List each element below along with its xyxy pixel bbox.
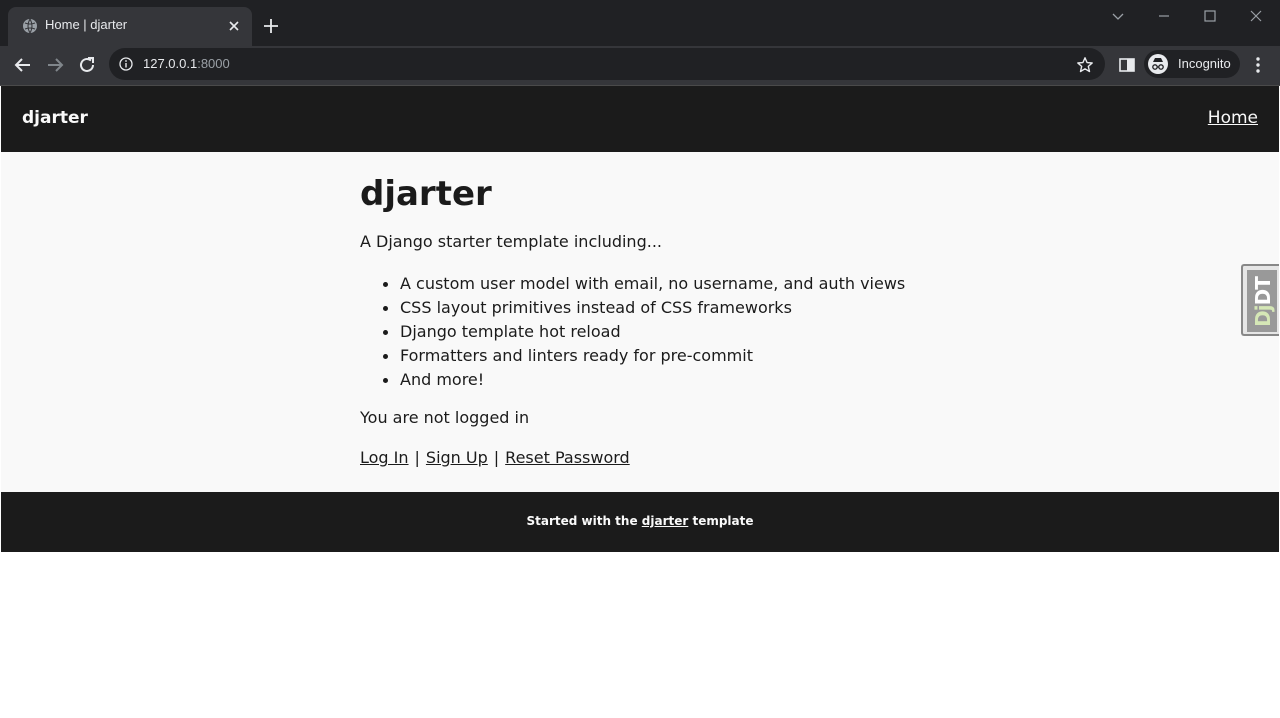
site-brand[interactable]: djarter (22, 108, 88, 128)
intro-text: A Django starter template including... (360, 232, 662, 251)
web-page: djarter Home djarter A Django starter te… (1, 86, 1279, 717)
close-window-icon[interactable] (1248, 8, 1264, 24)
minimize-icon[interactable] (1156, 8, 1172, 24)
list-item: Django template hot reload (360, 320, 905, 344)
footer-djarter-link[interactable]: djarter (642, 514, 689, 528)
tab-title: Home | djarter (45, 17, 128, 32)
url-host: 127.0.0.1 (143, 56, 198, 71)
url-port: :8000 (197, 56, 230, 71)
page-title: djarter (360, 174, 492, 214)
login-link[interactable]: Log In (360, 448, 409, 467)
reset-password-link[interactable]: Reset Password (505, 448, 630, 467)
forward-arrow-icon[interactable] (44, 54, 66, 76)
footer-text: Started with the djarter template (526, 514, 754, 528)
globe-icon (23, 18, 37, 34)
debug-toolbar-logo: DjDT (1247, 270, 1277, 332)
url-text[interactable]: 127.0.0.1:8000 (143, 56, 230, 71)
info-icon[interactable] (119, 57, 133, 71)
list-item: Formatters and linters ready for pre-com… (360, 344, 905, 368)
signup-link[interactable]: Sign Up (426, 448, 488, 467)
list-item: A custom user model with email, no usern… (360, 272, 905, 296)
reload-icon[interactable] (76, 54, 98, 76)
site-footer: Started with the djarter template (1, 492, 1279, 552)
side-panel-icon[interactable] (1118, 56, 1136, 74)
list-item: And more! (360, 368, 905, 392)
chevron-down-icon[interactable] (1110, 8, 1126, 24)
tab-strip: Home | djarter (0, 0, 1280, 46)
link-separator: | (493, 448, 500, 467)
incognito-badge[interactable]: Incognito (1144, 50, 1240, 78)
auth-links: Log In | Sign Up | Reset Password (360, 448, 630, 467)
main-content: djarter A Django starter template includ… (1, 152, 1279, 492)
link-separator: | (414, 448, 420, 467)
browser-toolbar: 127.0.0.1:8000 Incognito (0, 46, 1280, 85)
login-status: You are not logged in (360, 408, 530, 427)
nav-home-link[interactable]: Home (1208, 108, 1258, 128)
star-icon[interactable] (1076, 56, 1094, 74)
maximize-icon[interactable] (1202, 8, 1218, 24)
back-arrow-icon[interactable] (12, 54, 34, 76)
kebab-menu-icon[interactable] (1250, 56, 1266, 74)
site-header: djarter Home (1, 86, 1279, 152)
list-item: CSS layout primitives instead of CSS fra… (360, 296, 905, 320)
address-bar[interactable]: 127.0.0.1:8000 (109, 48, 1105, 80)
plus-icon[interactable] (262, 17, 280, 35)
close-icon[interactable] (226, 18, 242, 34)
incognito-label: Incognito (1178, 56, 1231, 71)
incognito-icon (1148, 54, 1168, 74)
browser-tab[interactable]: Home | djarter (8, 7, 252, 46)
feature-list: A custom user model with email, no usern… (360, 272, 905, 392)
debug-toolbar-label: DjDT (1251, 277, 1275, 327)
debug-toolbar-handle[interactable]: DjDT (1241, 264, 1279, 336)
